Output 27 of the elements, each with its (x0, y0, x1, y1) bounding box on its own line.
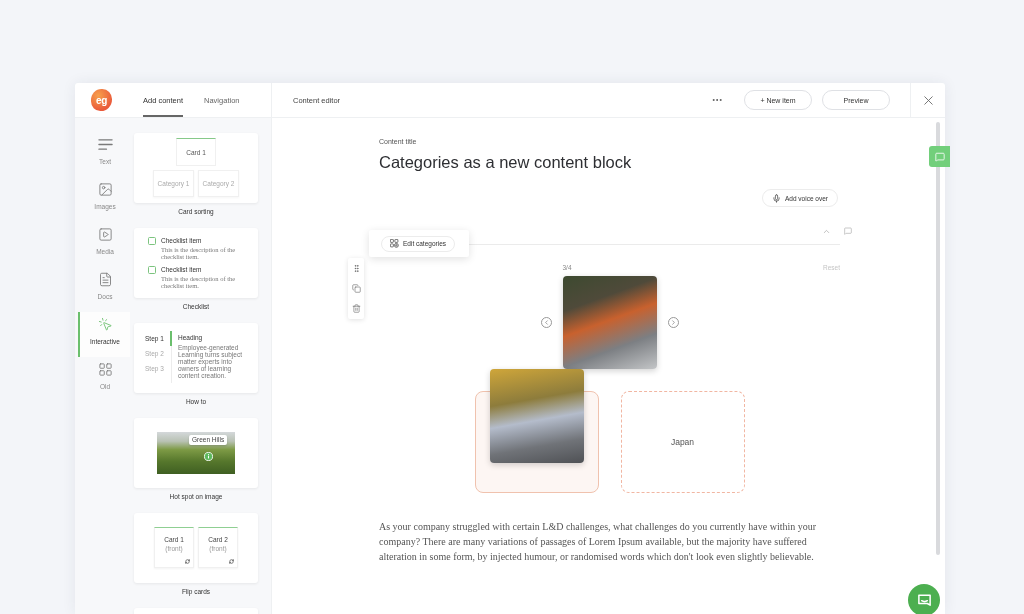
drag-handle-icon[interactable] (351, 263, 361, 273)
feedback-button[interactable] (929, 146, 950, 167)
pointer-click-icon (97, 317, 113, 332)
microphone-icon (772, 193, 781, 203)
chevron-right-icon (669, 319, 677, 326)
logo: eg (91, 89, 112, 111)
category-label: Japan (670, 437, 695, 447)
play-icon (97, 227, 113, 242)
chevron-left-icon (542, 319, 550, 326)
comment-icon[interactable] (844, 227, 852, 235)
body-paragraph: As your company struggled with certain L&D challenges, what challenges do you currently have within your company? There are many variations of passages of Lorem Ipsum available, but the majority have suffered alteration in some form, by injected humour, or randomised words which don't look even slightly believable. (379, 520, 818, 564)
document-icon (97, 272, 113, 287)
rotate-icon (185, 559, 190, 564)
image-icon (97, 182, 113, 197)
categories-icon (390, 239, 399, 248)
text-lines-icon (97, 137, 113, 152)
chat-icon (916, 592, 932, 608)
hotspot-marker-icon (204, 452, 213, 461)
next-button[interactable] (667, 317, 679, 328)
previous-button[interactable] (540, 317, 552, 328)
trash-icon[interactable] (351, 304, 361, 314)
scrollbar-thumb[interactable] (936, 122, 940, 555)
content-title: Categories as a new content block (379, 152, 633, 172)
copy-icon[interactable] (351, 284, 361, 293)
rotate-icon (229, 559, 234, 564)
speech-bubble-icon (934, 151, 945, 162)
grid-icon (97, 362, 113, 377)
